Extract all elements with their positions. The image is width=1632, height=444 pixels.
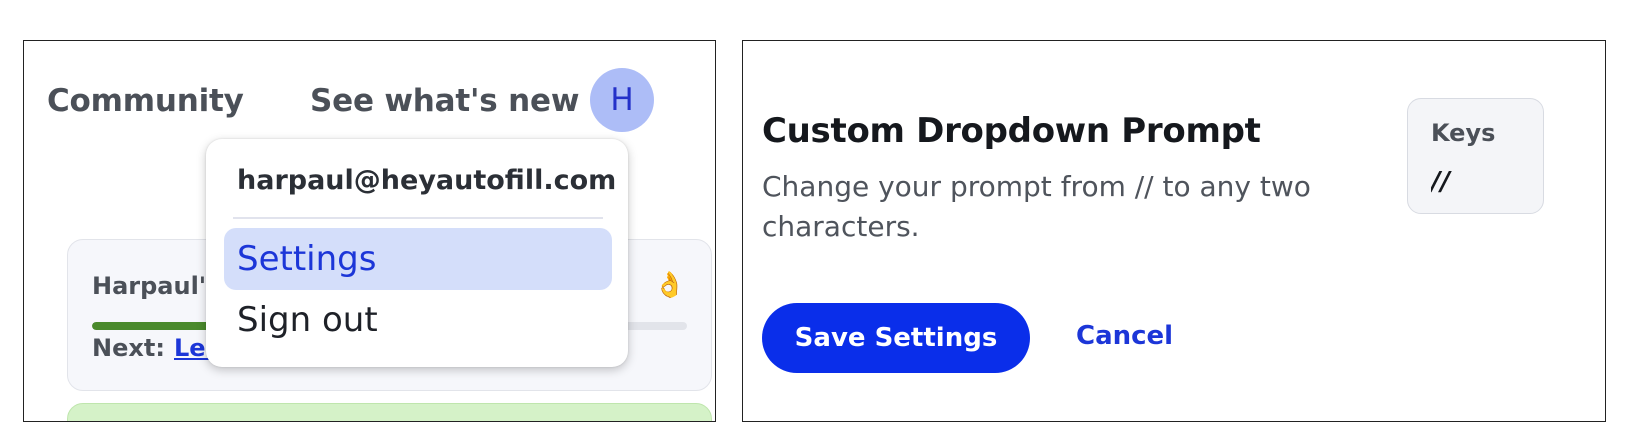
progress-card-title: Harpaul's xyxy=(92,272,221,300)
user-dropdown-menu: harpaul@heyautofill.com Settings Sign ou… xyxy=(206,139,628,367)
setting-title: Custom Dropdown Prompt xyxy=(762,111,1261,151)
next-card-edge xyxy=(67,403,712,421)
left-screenshot-panel: Community See what's new H Harpaul's 👌 N… xyxy=(23,40,716,422)
menu-item-sign-out[interactable]: Sign out xyxy=(224,289,612,351)
right-screenshot-panel: Custom Dropdown Prompt Change your promp… xyxy=(742,40,1606,422)
next-step-label: Next: xyxy=(92,334,165,362)
user-avatar-button[interactable]: H xyxy=(590,68,654,132)
save-settings-button[interactable]: Save Settings xyxy=(762,303,1030,373)
nav-community-link[interactable]: Community xyxy=(47,83,244,119)
progress-bar-fill xyxy=(92,322,223,330)
menu-item-settings[interactable]: Settings xyxy=(224,228,612,290)
menu-divider xyxy=(233,217,603,219)
keys-input[interactable] xyxy=(1431,167,1521,197)
setting-description: Change your prompt from // to any two ch… xyxy=(762,170,1311,243)
menu-user-email: harpaul@heyautofill.com xyxy=(237,165,617,196)
keys-field-label: Keys xyxy=(1431,119,1496,147)
cancel-button[interactable]: Cancel xyxy=(1076,321,1173,351)
nav-whats-new-link[interactable]: See what's new xyxy=(310,83,579,119)
keys-field[interactable]: Keys xyxy=(1407,98,1544,214)
ok-hand-icon: 👌 xyxy=(654,270,686,299)
